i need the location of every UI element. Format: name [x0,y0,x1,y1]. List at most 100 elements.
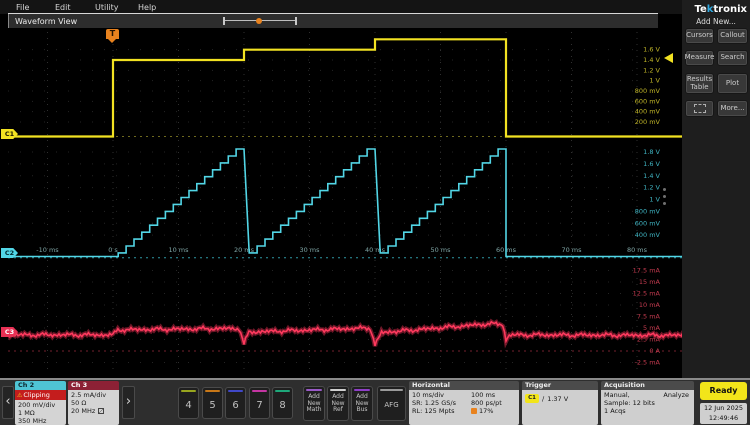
ref-color-stripe [330,389,346,391]
channel-7-button[interactable]: 7 [249,387,270,419]
menu-file[interactable]: File [16,3,29,12]
horizontal-window: 100 ms [471,391,496,399]
plot-button[interactable]: Plot [717,73,748,94]
afg-button[interactable]: AFG [377,386,406,421]
add-new-label: Add New... [696,17,736,26]
menu-edit[interactable]: Edit [55,3,71,12]
callout-button[interactable]: Callout [717,28,748,44]
ch4-color-stripe [181,390,196,392]
acquisition-count: 1 Acqs [604,407,626,415]
ch6-color-stripe [228,390,243,392]
svg-text:5 mA: 5 mA [643,324,661,332]
ch2-bandwidth: 350 MHz [18,417,47,425]
ch5-color-stripe [205,390,220,392]
svg-text:1.2 V: 1.2 V [643,66,660,74]
trigger-position-handle[interactable] [256,18,262,24]
waveform-display[interactable]: -10 ms 0 s 10 ms 20 ms 30 ms 40 ms 50 ms 60 ms 7… [6,28,685,378]
ch2-clipping-warning: ⚠Clipping [15,390,66,400]
ch3-header: Ch 3 [68,381,119,390]
svg-text:-10 ms: -10 ms [36,246,59,254]
trigger-level-value: 1.37 V [547,394,569,403]
add-new-ref-button[interactable]: Add New Ref [327,386,349,421]
horizontal-trigger-position: 17% [471,407,502,415]
acquisition-title: Acquisition [601,381,694,390]
datetime-display: 12 Jun 2025 12:49:46 [700,403,747,424]
add-new-math-button[interactable]: Add New Math [303,386,325,421]
horizontal-title: Horizontal [409,381,519,390]
svg-text:10 ms: 10 ms [168,246,189,254]
waveform-view-tab[interactable]: Waveform View [8,14,658,28]
settings-bar: ‹ Ch 2 ⚠Clipping 200 mV/div 1 MΩ 350 MHz… [0,378,750,425]
channel-4-button[interactable]: 4 [178,387,199,419]
horizontal-resolution: 800 ps/pt [471,399,502,407]
svg-text:80 ms: 80 ms [627,246,648,254]
trigger-flag-tip [108,39,116,43]
horizontal-badge[interactable]: Horizontal 10 ms/div SR: 1.25 GS/s RL: 1… [409,381,519,425]
scope-traces: -10 ms 0 s 10 ms 20 ms 30 ms 40 ms 50 ms 60 ms 7… [6,32,685,374]
scroll-badges-right-button[interactable]: › [122,386,135,419]
ch2-impedance: 1 MΩ [18,409,35,417]
svg-text:1 V: 1 V [649,77,660,85]
svg-text:1.6 V: 1.6 V [643,46,660,54]
svg-text:30 ms: 30 ms [299,246,320,254]
svg-text:400 mV: 400 mV [635,108,661,116]
svg-text:0 A: 0 A [649,347,660,355]
bus-color-stripe [354,389,370,391]
time-value: 12:49:46 [708,414,739,422]
ready-status-badge: Ready [700,382,747,400]
trigger-badge[interactable]: Trigger C1 ∕ 1.37 V [522,381,598,425]
afg-color-stripe [380,389,403,391]
acquisition-analyze: Analyze [663,391,689,399]
svg-text:70 ms: 70 ms [561,246,582,254]
add-new-bus-button[interactable]: Add New Bus [351,386,373,421]
svg-text:50 ms: 50 ms [430,246,451,254]
scroll-badges-left-button[interactable]: ‹ [2,386,14,419]
channel-6-button[interactable]: 6 [225,387,246,419]
math-color-stripe [306,389,322,391]
svg-text:400 mV: 400 mV [635,231,661,239]
svg-text:1.8 V: 1.8 V [643,148,660,156]
channel-8-button[interactable]: 8 [272,387,293,419]
search-button[interactable]: Search [717,50,748,66]
trigger-level-arrow-icon[interactable] [664,53,673,63]
results-table-button[interactable]: Results Table [685,73,714,94]
more-button[interactable]: More... [717,100,748,117]
trigger-position-flag[interactable]: T [106,29,119,43]
menu-utility[interactable]: Utility [95,3,119,12]
draw-a-box-button[interactable] [685,100,714,117]
ch3-impedance: 50 Ω [71,399,87,407]
cursors-button[interactable]: Cursors [685,28,714,44]
ch7-color-stripe [252,390,267,392]
menu-help[interactable]: Help [138,3,156,12]
right-sidebar: Tektronix Add New... Cursors Callout Mea… [682,0,750,378]
svg-text:17.5 mA: 17.5 mA [633,267,661,275]
panel-resize-grip[interactable] [663,188,667,209]
svg-text:800 mV: 800 mV [635,207,661,215]
svg-text:10 mA: 10 mA [639,301,661,309]
svg-text:-2.5 mA: -2.5 mA [634,359,660,367]
channel-5-button[interactable]: 5 [202,387,223,419]
svg-text:600 mV: 600 mV [635,97,661,105]
ch2-scale: 200 mV/div [18,401,56,409]
acquisition-sample-bits: Sample: 12 bits [604,399,655,407]
record-view-scrollbar[interactable] [223,17,297,25]
tektronix-logo: Tektronix [694,4,747,15]
channel-badge-ch2[interactable]: Ch 2 ⚠Clipping 200 mV/div 1 MΩ 350 MHz [15,381,66,425]
draw-a-box-icon [693,104,706,113]
ch2-header: Ch 2 [15,381,66,390]
svg-text:0 s: 0 s [108,246,118,254]
svg-text:1.4 V: 1.4 V [643,56,660,64]
svg-text:600 mV: 600 mV [635,219,661,227]
svg-text:1.4 V: 1.4 V [643,172,660,180]
warning-icon: ⚠ [17,392,23,399]
probe-icon [98,408,105,414]
acquisition-badge[interactable]: Acquisition Manual, Analyze Sample: 12 b… [601,381,694,425]
trigger-position-icon [471,408,477,414]
trigger-slope-icon: ∕ [542,394,545,403]
trigger-title: Trigger [522,381,598,390]
oscilloscope-screen: File Edit Utility Help Waveform View -10… [0,0,750,425]
trigger-source-chip: C1 [525,394,539,403]
measure-button[interactable]: Measure [685,50,714,66]
svg-text:15 mA: 15 mA [639,278,661,286]
channel-badge-ch3[interactable]: Ch 3 2.5 mA/div 50 Ω 20 MHz [68,381,119,425]
